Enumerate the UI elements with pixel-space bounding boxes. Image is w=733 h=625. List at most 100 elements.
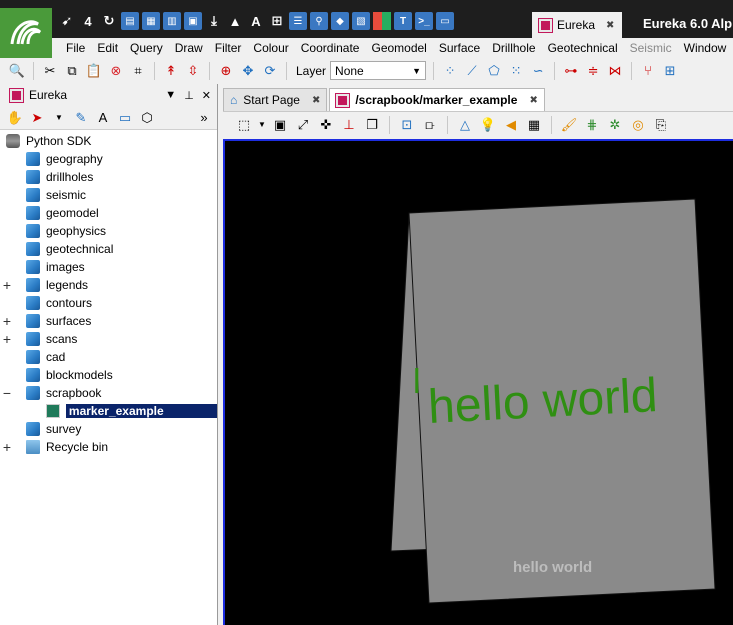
crop-icon[interactable]: ⌗	[129, 62, 147, 80]
select-box-icon[interactable]: ⊡	[398, 116, 416, 134]
tree-item-surfaces[interactable]: + surfaces	[0, 312, 217, 330]
tree-item-blockmodels[interactable]: blockmodels	[0, 366, 217, 384]
nodes-icon[interactable]: ⋕	[583, 116, 601, 134]
hatch-icon[interactable]: ▦	[525, 116, 543, 134]
tree-item-drillholes[interactable]: drillholes	[0, 168, 217, 186]
select-pointer-icon[interactable]: ➤	[28, 109, 46, 127]
dropdown-icon[interactable]: ▼	[50, 109, 68, 127]
split-icon[interactable]: ≑	[584, 62, 602, 80]
draw-a-icon[interactable]: A	[94, 109, 112, 127]
tree-item-scans[interactable]: + scans	[0, 330, 217, 348]
expand-icon[interactable]: +	[0, 440, 14, 454]
pencil-icon[interactable]: ✎	[72, 109, 90, 127]
move-up-icon[interactable]: ↟	[162, 62, 180, 80]
paste-icon[interactable]: 📋	[85, 62, 103, 80]
stretch-icon[interactable]: ⇳	[184, 62, 202, 80]
tree-item-cad[interactable]: cad	[0, 348, 217, 366]
3d-viewport[interactable]: l hello world hello world	[223, 139, 733, 625]
report-icon[interactable]: ▤	[121, 12, 139, 30]
title-doc-tab[interactable]: Eureka ✖	[532, 12, 622, 38]
copy-icon[interactable]: ⧉	[63, 62, 81, 80]
document-icon[interactable]: ▧	[352, 12, 370, 30]
tree-item-images[interactable]: images	[0, 258, 217, 276]
menu-geotechnical[interactable]: Geotechnical	[542, 41, 624, 55]
fork-icon[interactable]: ⑂	[639, 62, 657, 80]
polygon-icon[interactable]: ⬠	[485, 62, 503, 80]
zoom-extent-icon[interactable]: ⤢	[294, 116, 312, 134]
tree-item-contours[interactable]: contours	[0, 294, 217, 312]
tree-item-seismic[interactable]: seismic	[0, 186, 217, 204]
rectangle-icon[interactable]: ▭	[116, 109, 134, 127]
collapse-icon[interactable]: −	[0, 386, 14, 400]
more-icon[interactable]: »	[195, 109, 213, 127]
volume-icon[interactable]: ◀	[502, 116, 520, 134]
pin-icon[interactable]: ⊥	[184, 89, 194, 102]
menu-window[interactable]: Window	[678, 41, 733, 55]
app-logo[interactable]	[0, 8, 52, 58]
form-icon[interactable]: ▥	[163, 12, 181, 30]
expand-icon[interactable]: +	[0, 278, 14, 292]
tool-t-icon[interactable]: T	[394, 12, 412, 30]
menu-coordinate[interactable]: Coordinate	[295, 41, 366, 55]
polyline-icon[interactable]: ⟋	[463, 62, 481, 80]
light-icon[interactable]: 💡	[479, 116, 497, 134]
table-icon[interactable]: ▦	[142, 12, 160, 30]
target-icon[interactable]: ◎	[629, 116, 647, 134]
cube-select-icon[interactable]: ⬡	[138, 109, 156, 127]
refresh-icon[interactable]: ↻	[100, 12, 118, 30]
triangle-mesh-icon[interactable]: △	[456, 116, 474, 134]
frame-icon[interactable]: ⟥	[421, 116, 439, 134]
close-icon[interactable]: ✖	[606, 20, 614, 31]
console-icon[interactable]: ▭	[436, 12, 454, 30]
tree-item-scrapbook[interactable]: − scrapbook	[0, 384, 217, 402]
menu-draw[interactable]: Draw	[169, 41, 209, 55]
dropdown-icon[interactable]: ▼	[258, 116, 266, 134]
python-icon[interactable]: >_	[415, 12, 433, 30]
tree-item-geography[interactable]: geography	[0, 150, 217, 168]
cut-icon[interactable]: ✂	[41, 62, 59, 80]
menu-file[interactable]: File	[60, 41, 91, 55]
text-a-icon[interactable]: A	[247, 12, 265, 30]
layer-select[interactable]: None ▼	[330, 61, 427, 80]
points-icon[interactable]: ⁘	[441, 62, 459, 80]
paint-icon[interactable]: 🖌	[560, 116, 578, 134]
axes-icon[interactable]: ⊥	[340, 116, 358, 134]
curve-icon[interactable]: ∽	[529, 62, 547, 80]
pan-icon[interactable]: ✥	[239, 62, 257, 80]
arrow-tool-icon[interactable]: ➹	[58, 12, 76, 30]
delete-icon[interactable]: ⊗	[107, 62, 125, 80]
hand-icon[interactable]: ✋	[6, 109, 24, 127]
tree-item-geophysics[interactable]: geophysics	[0, 222, 217, 240]
expand-icon[interactable]: ✜	[317, 116, 335, 134]
view-cube-icon[interactable]: ⬚	[235, 116, 253, 134]
windows-icon[interactable]	[373, 12, 391, 30]
tree-item-geotechnical[interactable]: geotechnical	[0, 240, 217, 258]
network-icon[interactable]: ✲	[606, 116, 624, 134]
join-icon[interactable]: ⋈	[606, 62, 624, 80]
tab-marker-example[interactable]: /scrapbook/marker_example ✖	[329, 88, 545, 111]
hierarchy-icon[interactable]: ⊞	[268, 12, 286, 30]
expand-icon[interactable]: +	[0, 314, 14, 328]
close-icon[interactable]: ✕	[202, 89, 211, 102]
pin-icon[interactable]: ⚲	[310, 12, 328, 30]
download-icon[interactable]: ⤓	[205, 12, 223, 30]
menu-colour[interactable]: Colour	[247, 41, 294, 55]
tree-item-survey[interactable]: survey	[0, 420, 217, 438]
menu-geomodel[interactable]: Geomodel	[365, 41, 432, 55]
menu-drillhole[interactable]: Drillhole	[486, 41, 541, 55]
menu-query[interactable]: Query	[124, 41, 169, 55]
sync-icon[interactable]: ⟳	[261, 62, 279, 80]
close-icon[interactable]: ✖	[312, 95, 320, 106]
four-tool-icon[interactable]: 4	[79, 12, 97, 30]
menu-surface[interactable]: Surface	[433, 41, 486, 55]
layers-icon[interactable]: ❐	[363, 116, 381, 134]
tree-item-legends[interactable]: + legends	[0, 276, 217, 294]
grid-icon[interactable]: ⊞	[661, 62, 679, 80]
sheet-icon[interactable]: ▣	[184, 12, 202, 30]
tree-root[interactable]: Python SDK	[0, 132, 217, 150]
search-icon[interactable]: 🔍	[8, 62, 26, 80]
menu-edit[interactable]: Edit	[91, 41, 124, 55]
rotate-dropdown-icon[interactable]: ⊕	[217, 62, 235, 80]
list-icon[interactable]: ☰	[289, 12, 307, 30]
menu-seismic[interactable]: Seismic	[624, 41, 678, 55]
